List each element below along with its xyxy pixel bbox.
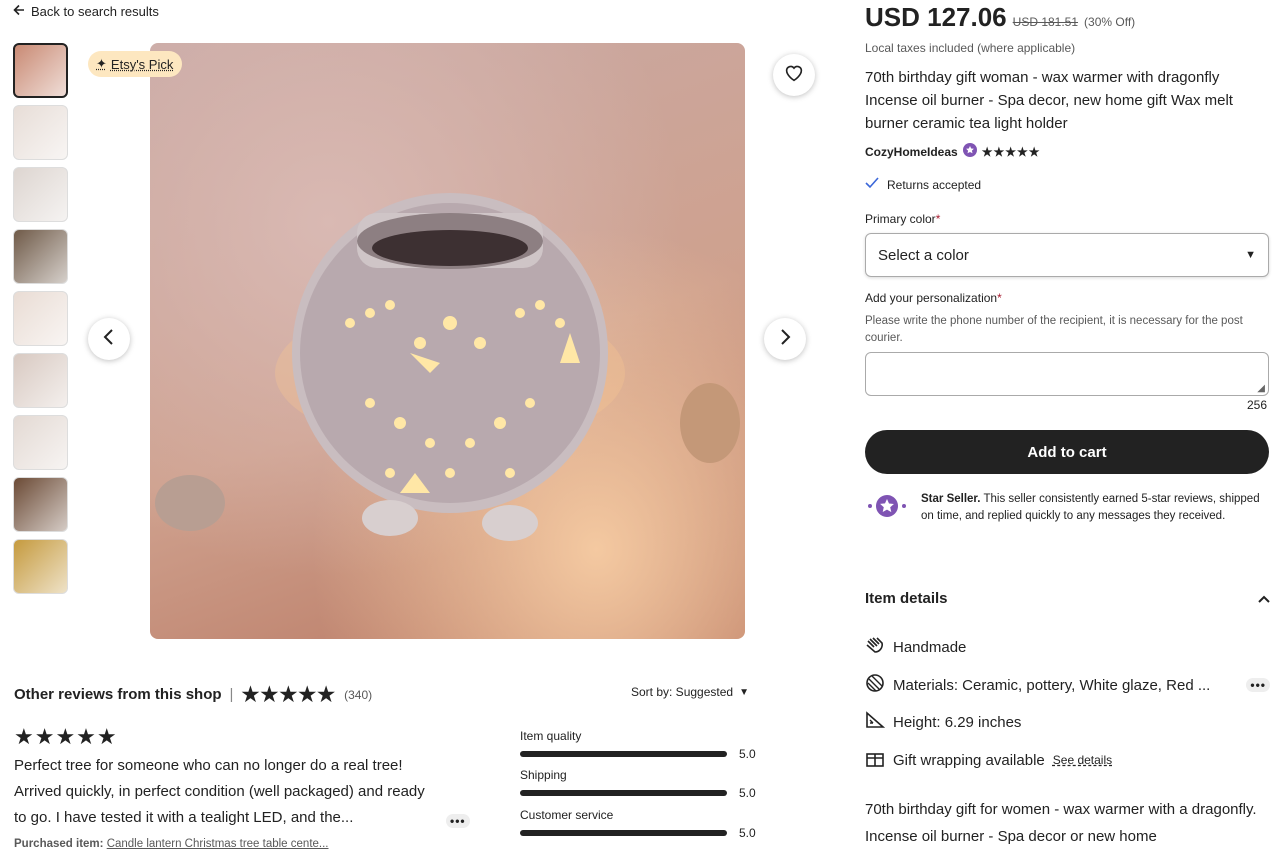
- color-label: Primary color*: [865, 212, 940, 226]
- review-text: Perfect tree for someone who can no long…: [14, 757, 425, 826]
- rating-item-quality: Item quality 5.0: [520, 729, 756, 761]
- returns-label: Returns accepted: [887, 177, 982, 192]
- personalization-label: Add your personalization*: [865, 291, 1002, 305]
- char-count: 256: [1247, 398, 1268, 412]
- rating-bar: [520, 790, 727, 796]
- personalization-input[interactable]: ◢: [865, 352, 1269, 396]
- thumbnail-2[interactable]: [13, 105, 68, 160]
- see-details-link[interactable]: See details: [1053, 753, 1112, 767]
- returns-row: Returns accepted: [865, 177, 981, 192]
- review-stars: ★★★★★: [14, 724, 118, 749]
- favorite-button[interactable]: [773, 54, 815, 96]
- wax-warmer-illustration: [155, 193, 740, 541]
- sort-dropdown[interactable]: Sort by: Suggested ▼: [631, 685, 749, 699]
- purchased-item-link[interactable]: Candle lantern Christmas tree table cent…: [107, 838, 329, 850]
- rating-value: 5.0: [739, 747, 756, 761]
- yarn-icon: [865, 673, 885, 697]
- rating-label: Item quality: [520, 729, 582, 743]
- detail-text: Materials: Ceramic, pottery, White glaze…: [893, 676, 1211, 694]
- shop-rating-stars: ★★★★★: [981, 144, 1041, 159]
- original-price: USD 181.51: [1012, 15, 1079, 29]
- add-to-cart-button[interactable]: Add to cart: [865, 430, 1269, 474]
- chevron-right-icon: [779, 328, 791, 350]
- thumbnail-4[interactable]: [13, 229, 68, 284]
- purchased-label: Purchased item:: [14, 838, 104, 850]
- purchased-item-row: Purchased item: Candle lantern Christmas…: [14, 838, 329, 850]
- hand-icon: [865, 636, 885, 658]
- thumbnail-strip: [13, 43, 71, 601]
- chevron-up-icon: [1258, 590, 1270, 607]
- sparkle-icon: ✦: [96, 56, 107, 71]
- back-label: Back to search results: [31, 4, 159, 19]
- detail-text: Handmade: [893, 638, 967, 656]
- thumbnail-5[interactable]: [13, 291, 68, 346]
- star-seller-text: Star Seller. This seller consistently ea…: [921, 491, 1270, 527]
- detail-row-gift: Gift wrapping available See details: [865, 748, 1112, 772]
- current-price: USD 127.06: [865, 2, 1007, 32]
- thumbnail-9[interactable]: [13, 539, 68, 594]
- rating-bar: [520, 830, 727, 836]
- reviews-count: (340): [344, 687, 373, 702]
- shop-name-link[interactable]: CozyHomeIdeas: [865, 145, 958, 159]
- next-image-button[interactable]: [764, 318, 806, 360]
- rating-customer-service: Customer service 5.0: [520, 808, 756, 840]
- thumbnail-7[interactable]: [13, 415, 68, 470]
- detail-text: Height: 6.29 inches: [893, 713, 1022, 731]
- thumbnail-8[interactable]: [13, 477, 68, 532]
- rating-shipping: Shipping 5.0: [520, 768, 756, 800]
- back-to-search-link[interactable]: Back to search results: [13, 4, 159, 19]
- rating-label: Customer service: [520, 808, 614, 822]
- reviews-header: Other reviews from this shop | ★★★★★ (34…: [14, 682, 372, 707]
- caret-down-icon: ▼: [1245, 249, 1256, 261]
- item-description: 70th birthday gift for women - wax warme…: [865, 801, 1257, 845]
- caret-down-icon: ▼: [739, 686, 749, 698]
- star-seller-icon: [865, 491, 909, 527]
- rating-value: 5.0: [739, 826, 756, 840]
- thumbnail-3[interactable]: [13, 167, 68, 222]
- rating-bar: [520, 751, 727, 757]
- tax-note: Local taxes included (where applicable): [865, 41, 1076, 55]
- etsys-pick-label: Etsy's Pick: [110, 56, 174, 72]
- item-details-heading: Item details: [865, 590, 948, 607]
- etsys-pick-badge[interactable]: ✦ Etsy's Pick: [88, 51, 183, 77]
- item-details-header[interactable]: Item details: [865, 590, 1270, 607]
- thumbnail-6[interactable]: [13, 353, 68, 408]
- detail-row-height: Height: 6.29 inches: [865, 711, 1021, 733]
- rating-label: Shipping: [520, 768, 567, 782]
- detail-row-materials: Materials: Ceramic, pottery, White glaze…: [865, 673, 1270, 697]
- detail-row-handmade: Handmade: [865, 636, 966, 658]
- checkmark-icon: [865, 177, 879, 192]
- star-seller-title: Star Seller.: [921, 493, 981, 505]
- product-title: 70th birthday gift woman - wax warmer wi…: [865, 69, 1233, 132]
- sort-label: Sort by: Suggested: [631, 685, 734, 699]
- color-select[interactable]: Select a color ▼: [865, 233, 1269, 277]
- star-seller-badge-icon: [962, 143, 977, 160]
- gift-icon: [865, 748, 885, 772]
- required-marker: *: [997, 291, 1002, 305]
- reviews-stars: ★★★★★: [241, 684, 337, 706]
- reviews-heading: Other reviews from this shop: [14, 686, 222, 703]
- more-materials-button[interactable]: •••: [1246, 678, 1270, 692]
- personalization-label-text: Add your personalization: [865, 291, 998, 305]
- personalization-hint: Please write the phone number of the rec…: [865, 315, 1243, 344]
- heart-icon: [784, 64, 804, 87]
- required-marker: *: [935, 212, 941, 226]
- resize-handle-icon[interactable]: ◢: [1257, 383, 1265, 394]
- discount-label: (30% Off): [1084, 15, 1136, 29]
- arrow-left-icon: [13, 4, 25, 19]
- shop-info: CozyHomeIdeas ★★★★★: [865, 143, 1041, 160]
- color-label-text: Primary color: [865, 212, 936, 226]
- star-seller-info: Star Seller. This seller consistently ea…: [865, 491, 1270, 527]
- chevron-left-icon: [103, 328, 115, 350]
- divider: |: [229, 686, 234, 703]
- ruler-icon: [865, 711, 886, 733]
- product-main-image: [150, 43, 745, 639]
- color-select-value: Select a color: [878, 246, 969, 264]
- expand-review-button[interactable]: •••: [446, 814, 470, 828]
- previous-image-button[interactable]: [88, 318, 130, 360]
- price-block: USD 127.06 USD 181.51 (30% Off): [865, 2, 1135, 33]
- rating-value: 5.0: [739, 786, 756, 800]
- detail-text: Gift wrapping available: [893, 751, 1045, 769]
- thumbnail-1[interactable]: [13, 43, 68, 98]
